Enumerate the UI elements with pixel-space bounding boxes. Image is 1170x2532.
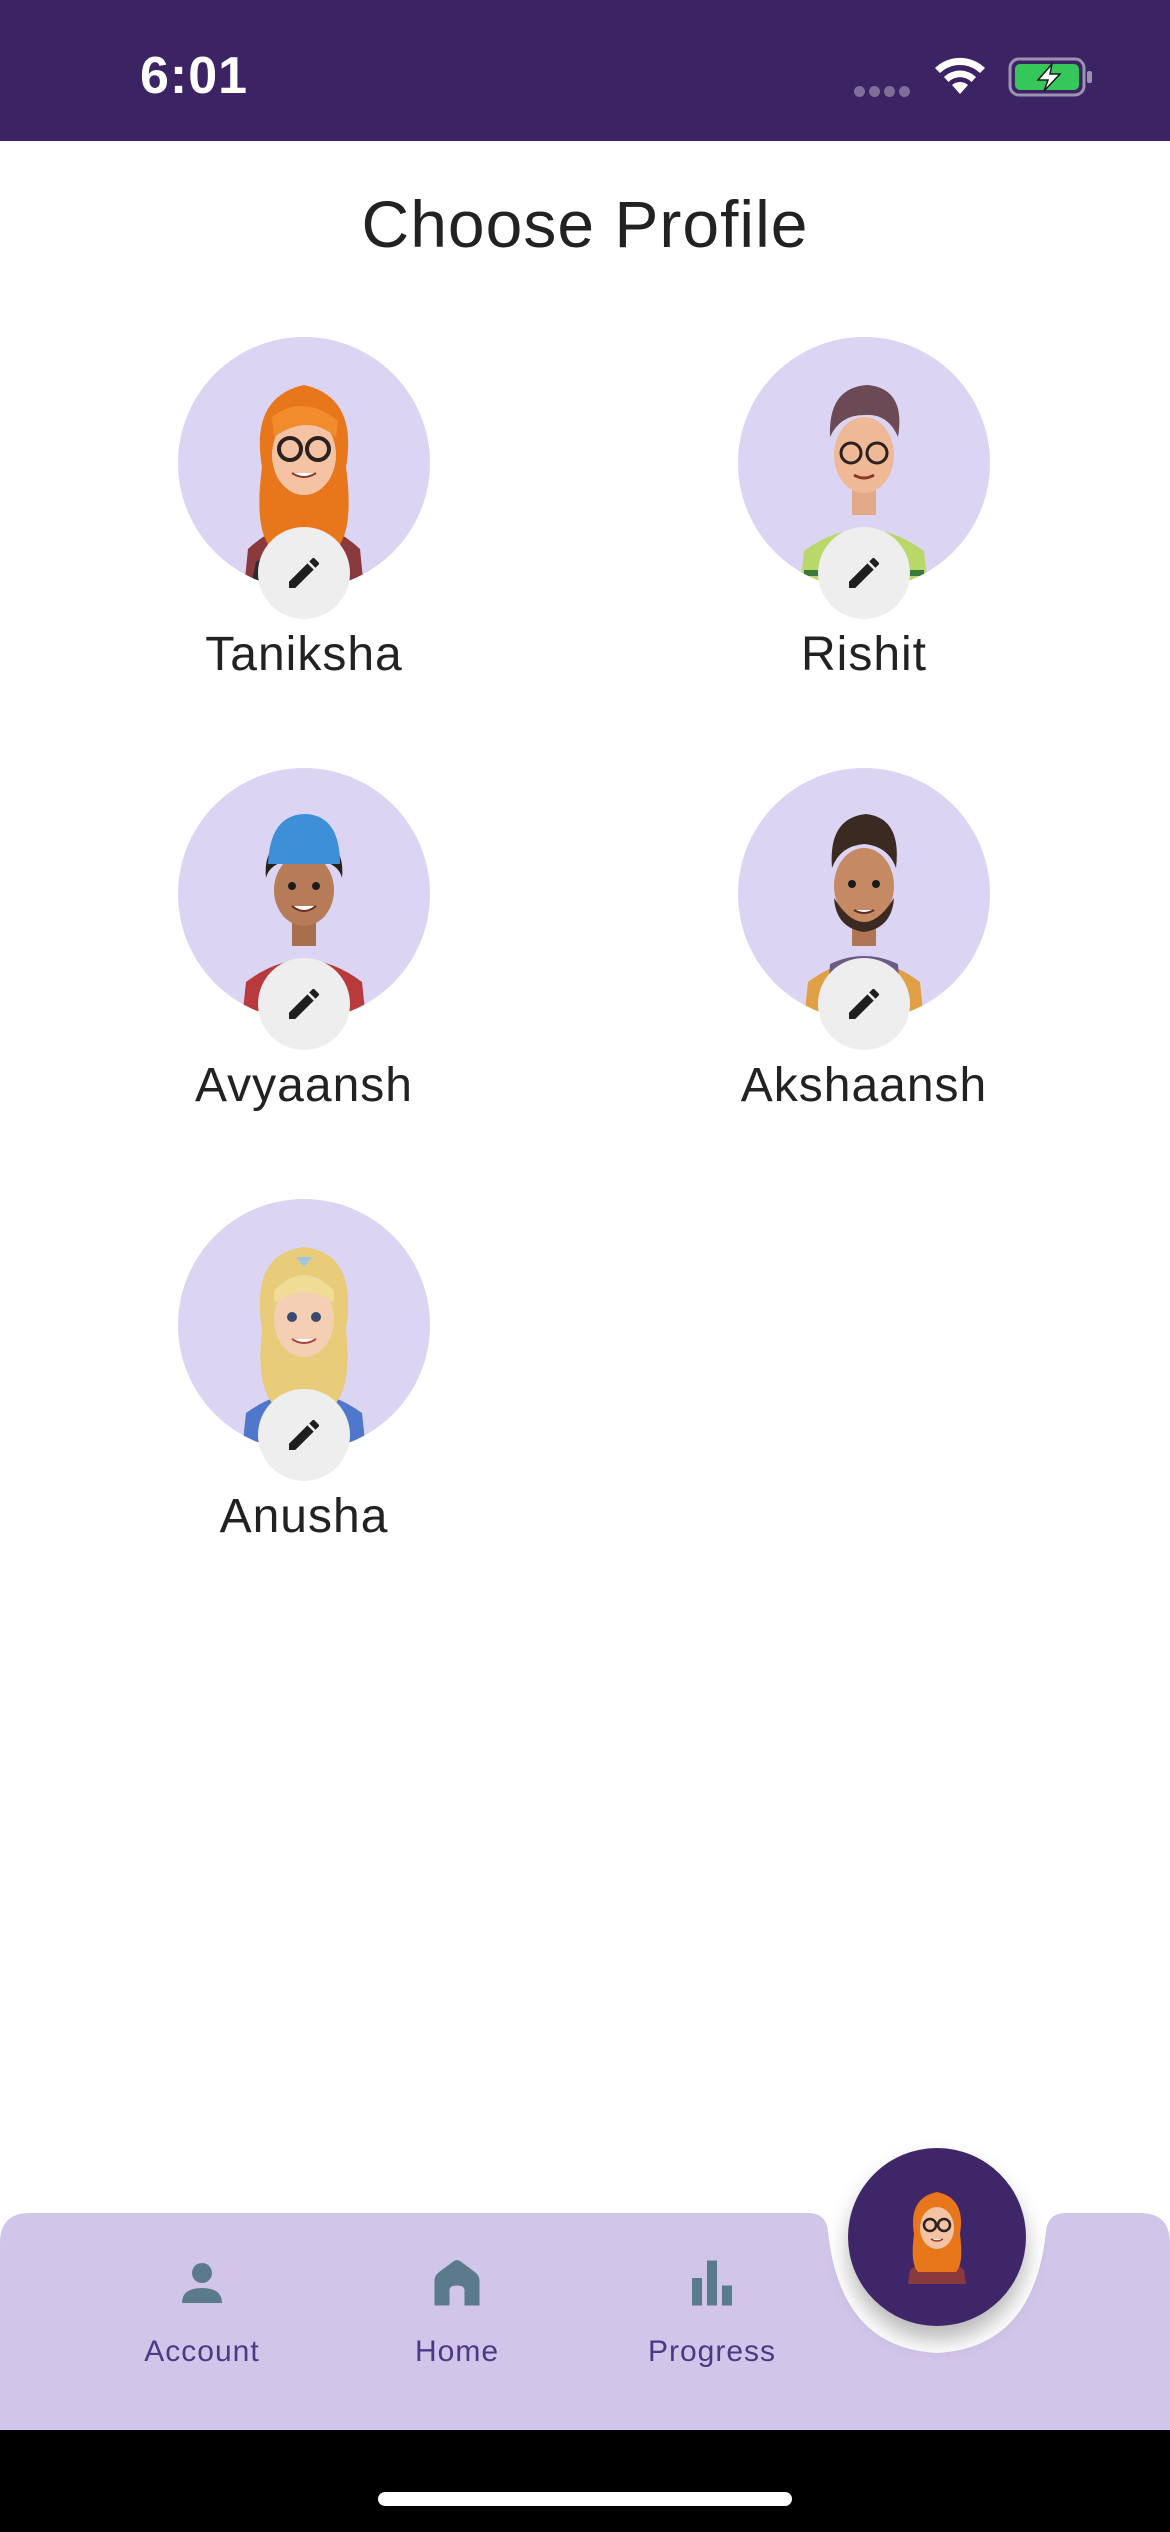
profile-name: Taniksha [205,628,403,681]
pencil-icon [289,557,320,588]
profile-name: Rishit [800,628,928,681]
girl-orange-hair-glasses-avatar [908,2192,966,2284]
home-indicator[interactable] [378,2492,792,2506]
profile-card-akshaansh[interactable]: Akshaansh [698,768,1028,1138]
edit-profile-button[interactable] [258,1389,350,1481]
pencil-icon [849,988,880,1019]
profile-card-taniksha[interactable]: Taniksha [138,337,468,707]
nav-item-home[interactable]: Home [347,2253,567,2413]
home-indicator-area [0,2430,1170,2532]
bar-chart-icon [692,2260,732,2306]
home-icon [434,2260,480,2306]
nav-item-account[interactable]: Account [92,2253,312,2413]
profile-card-anusha[interactable]: Anusha [138,1199,468,1569]
pencil-icon [289,988,320,1019]
pencil-icon [289,1419,320,1450]
pencil-icon [849,557,880,588]
signal-dots-icon [854,84,914,97]
person-icon [182,2263,222,2303]
profile-card-avyaansh[interactable]: Avyaansh [138,768,468,1138]
edit-profile-button[interactable] [258,527,350,619]
wifi-icon [935,57,985,94]
edit-profile-button[interactable] [818,958,910,1050]
profile-name: Anusha [219,1490,389,1543]
nav-label-home: Home [414,2335,500,2368]
profile-name: Avyaansh [195,1059,413,1112]
nav-label-account: Account [144,2335,260,2368]
battery-charging-icon [1008,57,1092,97]
status-time: 6:01 [140,47,249,105]
status-bar: 6:01 [0,0,1170,141]
nav-label-progress: Progress [647,2335,777,2368]
page-title: Choose Profile [361,187,809,261]
edit-profile-button[interactable] [818,527,910,619]
current-profile-fab[interactable] [848,2148,1026,2326]
nav-item-progress[interactable]: Progress [602,2253,822,2413]
profile-card-rishit[interactable]: Rishit [698,337,1028,707]
edit-profile-button[interactable] [258,958,350,1050]
profile-name: Akshaansh [740,1059,988,1112]
